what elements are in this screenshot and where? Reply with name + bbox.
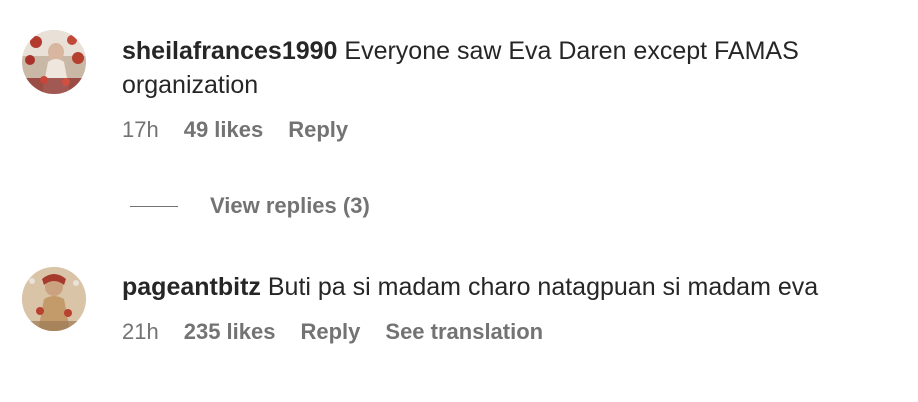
comment-likes[interactable]: 49 likes <box>184 116 264 144</box>
view-replies-button[interactable]: View replies (3) <box>210 193 370 219</box>
comment-meta: 21h 235 likes Reply See translation <box>122 318 898 346</box>
comment-text: Buti pa si madam charo natagpuan si mada… <box>267 273 819 301</box>
comment-username[interactable]: pageantbitz <box>122 273 261 301</box>
comment-likes[interactable]: 235 likes <box>184 318 276 346</box>
view-replies-row[interactable]: View replies (3) <box>130 192 370 220</box>
comment-timestamp[interactable]: 17h <box>122 116 159 144</box>
comment-meta: 17h 49 likes Reply <box>122 116 898 144</box>
comment-text-block: sheilafrances1990 Everyone saw Eva Daren… <box>122 34 898 102</box>
reply-button[interactable]: Reply <box>288 116 348 144</box>
reply-button[interactable]: Reply <box>300 318 360 346</box>
comment-username[interactable]: sheilafrances1990 <box>122 37 337 65</box>
replies-divider-line <box>130 205 178 207</box>
avatar-photo-icon <box>22 267 86 331</box>
comment-timestamp[interactable]: 21h <box>122 318 159 346</box>
see-translation-button[interactable]: See translation <box>385 318 543 346</box>
comment-text-block: pageantbitz Buti pa si madam charo natag… <box>122 270 898 304</box>
avatar[interactable] <box>22 267 86 331</box>
avatar[interactable] <box>22 30 86 94</box>
avatar-photo-icon <box>22 30 86 94</box>
